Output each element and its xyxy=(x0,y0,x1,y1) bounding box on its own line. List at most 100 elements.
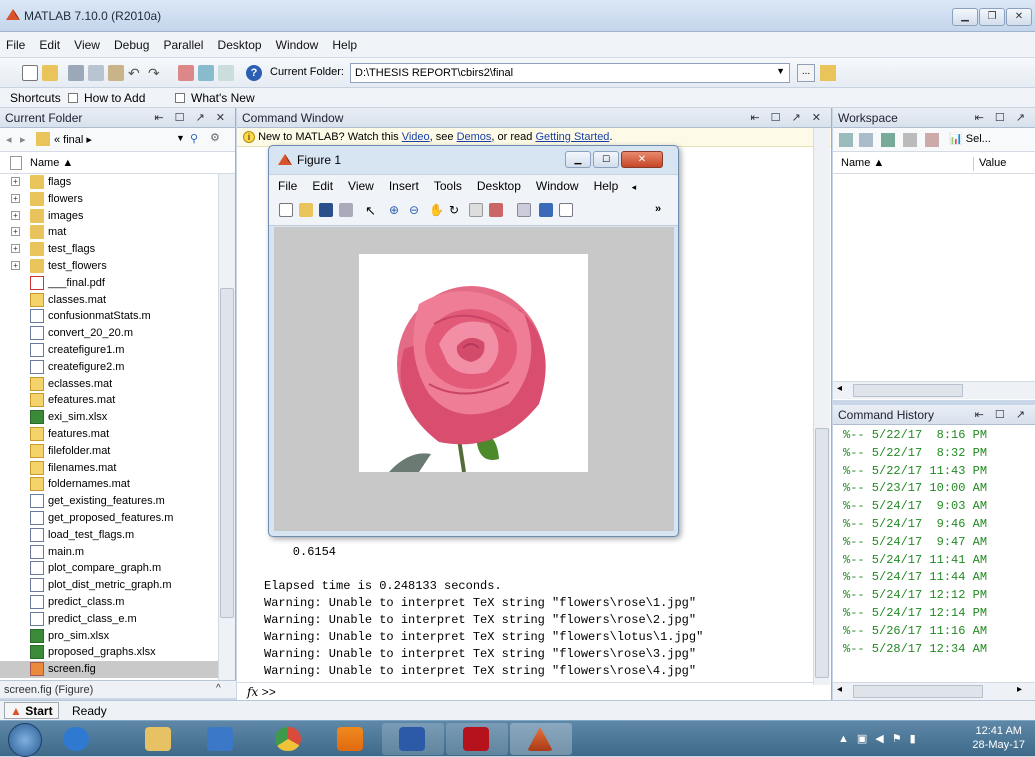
history-entry[interactable]: %-- 5/28/17 12:34 AM xyxy=(833,641,1023,659)
file-list-item[interactable]: pro_sim.xlsx xyxy=(0,628,218,645)
rotate-3d-icon[interactable]: ↻ xyxy=(449,203,463,217)
file-list-item[interactable]: createfigure1.m xyxy=(0,342,218,359)
battery-icon[interactable]: ▮ xyxy=(910,733,924,745)
zoom-in-icon[interactable]: ⊕ xyxy=(389,203,403,217)
history-entry[interactable]: %-- 5/24/17 12:14 PM xyxy=(833,605,1023,623)
go-up-folder-icon[interactable] xyxy=(820,65,836,81)
panel-controls[interactable]: ⇤ ☐ ↗ xyxy=(975,408,1029,421)
copy-icon[interactable] xyxy=(88,65,104,81)
function-browser-icon[interactable]: fx xyxy=(247,685,258,699)
figure-canvas[interactable] xyxy=(274,227,674,531)
taskbar-word[interactable] xyxy=(382,723,444,755)
menu-overflow-icon[interactable]: ◂ xyxy=(628,178,643,193)
file-list-item[interactable]: createfigure2.m xyxy=(0,359,218,376)
menu-edit[interactable]: Edit xyxy=(33,32,65,52)
file-list-item[interactable]: get_existing_features.m xyxy=(0,493,218,510)
scrollbar-thumb[interactable] xyxy=(853,384,963,397)
history-hscrollbar[interactable]: ◂ ▸ xyxy=(833,682,1035,700)
shortcut-how-to-add[interactable]: How to Add xyxy=(84,91,145,105)
delete-icon[interactable] xyxy=(925,133,939,147)
taskbar-explorer[interactable] xyxy=(128,723,190,755)
minimize-button[interactable]: ▁ xyxy=(565,151,591,168)
expand-icon[interactable]: + xyxy=(11,260,20,270)
brush-icon[interactable] xyxy=(489,203,503,217)
gear-icon[interactable]: ⚙ xyxy=(210,131,220,144)
workspace-hscrollbar[interactable]: ◂ xyxy=(833,381,1035,399)
name-column-header[interactable]: Name ▲ xyxy=(841,157,884,169)
edit-plot-icon[interactable]: ↖ xyxy=(365,203,379,218)
file-list-item[interactable]: eclasses.mat xyxy=(0,376,218,393)
menu-file[interactable]: File xyxy=(0,32,30,52)
new-figure-icon[interactable] xyxy=(279,203,293,217)
scroll-left-icon[interactable]: ◂ xyxy=(837,383,842,394)
profiler-icon[interactable] xyxy=(218,65,234,81)
history-entry[interactable]: %-- 5/22/17 8:16 PM xyxy=(833,427,1023,445)
figure-menu-file[interactable]: File xyxy=(269,175,303,193)
shortcut-whats-new[interactable]: What's New xyxy=(191,91,255,105)
toolbar-overflow-icon[interactable]: » xyxy=(655,203,669,217)
menu-desktop[interactable]: Desktop xyxy=(212,32,267,52)
file-list-item[interactable]: screen.fig xyxy=(0,661,218,678)
taskbar-clock[interactable]: 12:41 AM 28-May-17 xyxy=(972,724,1025,752)
menu-parallel[interactable]: Parallel xyxy=(157,32,208,52)
file-list-item[interactable]: ___final.pdf xyxy=(0,275,218,292)
history-entry[interactable]: %-- 5/24/17 9:47 AM xyxy=(833,534,1023,552)
menu-view[interactable]: View xyxy=(68,32,105,52)
history-entry[interactable]: %-- 5/24/17 12:12 PM xyxy=(833,587,1023,605)
chevron-down-icon[interactable]: ▼ xyxy=(176,133,185,143)
file-list-scrollbar[interactable] xyxy=(218,174,235,682)
command-window-scrollbar[interactable] xyxy=(813,128,830,685)
network-icon[interactable]: ▣ xyxy=(857,733,875,745)
figure-menu-edit[interactable]: Edit xyxy=(303,175,339,193)
menu-help[interactable]: Help xyxy=(326,32,362,52)
maximize-button[interactable]: ❐ xyxy=(979,8,1005,26)
figure-menu-view[interactable]: View xyxy=(339,175,380,193)
command-prompt[interactable]: fx >> xyxy=(237,682,813,700)
browse-folder-button[interactable]: ... xyxy=(797,64,815,82)
open-file-icon[interactable] xyxy=(299,203,313,217)
file-list-item[interactable]: confusionmatStats.m xyxy=(0,308,218,325)
history-entry[interactable]: %-- 5/24/17 11:44 AM xyxy=(833,569,1023,587)
scrollbar-thumb[interactable] xyxy=(220,288,234,618)
figure-menu-desktop[interactable]: Desktop xyxy=(468,175,527,193)
file-list-item[interactable]: get_proposed_features.m xyxy=(0,510,218,527)
history-entry[interactable]: %-- 5/22/17 11:43 PM xyxy=(833,463,1023,481)
expand-icon[interactable]: + xyxy=(11,210,20,220)
scrollbar-thumb[interactable] xyxy=(853,685,983,698)
link-plot-icon[interactable] xyxy=(517,203,531,217)
forward-arrow-icon[interactable]: ▸ xyxy=(20,133,26,146)
close-button[interactable]: ✕ xyxy=(1006,8,1032,26)
chevron-down-icon[interactable]: ▼ xyxy=(776,66,785,76)
print-icon[interactable] xyxy=(903,133,917,147)
start-button[interactable]: ▲ Start xyxy=(4,702,59,719)
zoom-out-icon[interactable]: ⊖ xyxy=(409,203,423,217)
file-list-item[interactable]: + flags xyxy=(0,174,218,191)
new-file-icon[interactable] xyxy=(22,65,38,81)
system-tray[interactable]: ▲▣◀⚑▮ xyxy=(838,732,924,745)
legend-icon[interactable] xyxy=(559,203,573,217)
file-list-item[interactable]: features.mat xyxy=(0,426,218,443)
expand-icon[interactable]: + xyxy=(11,177,20,186)
panel-controls[interactable]: ⇤ ☐ ↗ ✕ xyxy=(750,111,825,124)
guide-icon[interactable] xyxy=(198,65,214,81)
value-column-header[interactable]: Value xyxy=(979,157,1006,169)
file-list-item[interactable]: classes.mat xyxy=(0,292,218,309)
menu-debug[interactable]: Debug xyxy=(108,32,154,52)
import-data-icon[interactable] xyxy=(859,133,873,147)
back-arrow-icon[interactable]: ◂ xyxy=(6,133,12,146)
scroll-right-icon[interactable]: ▸ xyxy=(1017,684,1022,695)
column-header[interactable]: Name ▲ xyxy=(0,152,235,174)
file-list-item[interactable]: + flowers xyxy=(0,191,218,208)
taskbar-ie[interactable] xyxy=(46,723,108,755)
taskbar-media[interactable] xyxy=(190,723,252,755)
file-list-item[interactable]: + test_flowers xyxy=(0,258,218,275)
history-entry[interactable]: %-- 5/22/17 8:32 PM xyxy=(833,445,1023,463)
file-list-item[interactable]: filefolder.mat xyxy=(0,443,218,460)
undo-icon[interactable]: ↶ xyxy=(128,65,144,81)
file-list-item[interactable]: plot_compare_graph.m xyxy=(0,560,218,577)
current-folder-path-input[interactable]: D:\THESIS REPORT\cbirs2\final ▼ xyxy=(350,63,790,83)
file-list-item[interactable]: proposed_graphs.xlsx xyxy=(0,644,218,661)
figure-menu-insert[interactable]: Insert xyxy=(380,175,425,193)
file-list-item[interactable]: load_test_flags.m xyxy=(0,527,218,544)
demos-link[interactable]: Demos xyxy=(457,131,492,143)
